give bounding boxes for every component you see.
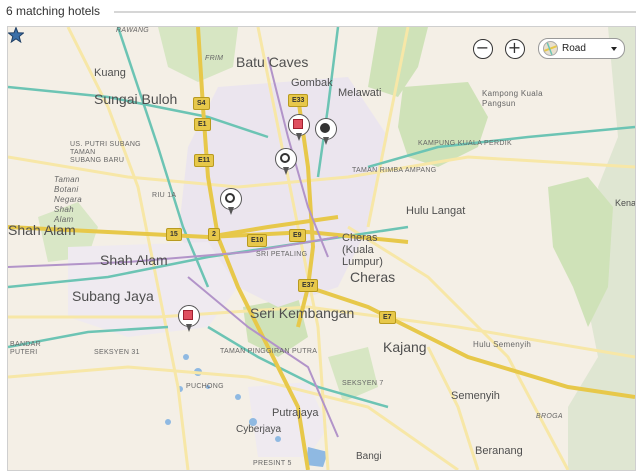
label-batu-caves: Batu Caves <box>236 54 309 70</box>
route-shield: S4 <box>193 97 210 110</box>
label-hulu-langat: Hulu Langat <box>406 205 466 217</box>
route-shield: E1 <box>194 118 211 131</box>
label-presint-5: PRESINT 5 <box>253 460 292 467</box>
label-taman-rimba-ampang: TAMAN RIMBA AMPANG <box>352 167 437 174</box>
route-shield: E33 <box>288 94 309 107</box>
label-us-putri-subang: US. PUTRI SUBANG TAMAN SUBANG BARU <box>70 141 141 164</box>
hotel-pin[interactable] <box>220 188 242 216</box>
label-subang-jaya: Subang Jaya <box>72 288 154 304</box>
hotel-icon <box>183 310 193 320</box>
hotel-icon <box>293 119 303 129</box>
zoom-in-button[interactable]: + <box>505 39 525 59</box>
label-puchong: PUCHONG <box>186 383 224 390</box>
results-count-title: 6 matching hotels <box>6 4 101 18</box>
label-melawati: Melawati <box>338 87 382 99</box>
hotel-pin[interactable] <box>288 114 310 142</box>
label-kuang: Kuang <box>94 67 126 79</box>
label-cheras-kl: Cheras (Kuala Lumpur) <box>342 232 383 268</box>
minus-icon: − <box>475 38 490 57</box>
road-map-icon <box>543 41 558 56</box>
hotel-pin[interactable] <box>315 118 337 146</box>
label-gombak: Gombak <box>291 77 333 89</box>
label-sungai-buloh: Sungai Buloh <box>94 91 178 107</box>
label-seri-kembangan: Seri Kembangan <box>250 305 355 321</box>
route-shield: E10 <box>247 234 268 247</box>
label-kampung-kuala-perdik: KAMPUNG KUALA PERDIK <box>418 140 512 147</box>
label-cyberjaya: Cyberjaya <box>236 424 282 435</box>
hotel-pin[interactable] <box>275 148 297 176</box>
hotel-pin[interactable] <box>178 305 200 333</box>
label-bangi: Bangi <box>356 451 382 462</box>
label-rawang: RAWANG <box>116 27 150 34</box>
map-view[interactable]: Batu Caves Sungai Buloh Shah Alam Shah A… <box>7 26 636 471</box>
results-header: 6 matching hotels <box>0 0 640 26</box>
label-kajang: Kajang <box>383 339 427 355</box>
route-shield: E7 <box>379 311 396 324</box>
label-taman-botani: Taman Botani Negara Shah Alam <box>54 175 83 224</box>
label-seksyen-7: SEKSYEN 7 <box>342 380 384 387</box>
plus-icon: + <box>507 38 522 57</box>
label-kampong-kuala-pangsun: Kampong Kuala Pangsun <box>482 89 543 108</box>
route-shield: 2 <box>208 228 220 241</box>
label-broga: BROGA <box>536 413 563 420</box>
hotel-icon <box>225 193 235 203</box>
label-shah-alam: Shah Alam <box>100 252 168 268</box>
label-riu: RIU 1A <box>152 192 177 199</box>
label-cheras: Cheras <box>350 269 396 285</box>
route-shield: 15 <box>166 228 182 241</box>
map-style-label: Road <box>562 43 586 54</box>
route-shield: E11 <box>194 154 215 167</box>
label-taman-pinggiran-putra: TAMAN PINGGIRAN PUTRA <box>220 348 318 355</box>
route-shield: E9 <box>289 229 306 242</box>
hotel-icon <box>320 123 330 133</box>
label-beranang: Beranang <box>475 445 523 457</box>
map-style-select[interactable]: Road <box>538 38 625 59</box>
header-divider <box>114 11 636 13</box>
label-sri-petaling: SRI PETALING <box>256 251 308 258</box>
label-bandar-puteri: BANDAR PUTERI <box>10 341 41 356</box>
label-seksyen-31: SEKSYEN 31 <box>94 349 140 356</box>
zoom-out-button[interactable]: − <box>473 39 493 59</box>
route-shield: E37 <box>298 279 319 292</box>
location-star-icon[interactable] <box>8 27 24 43</box>
hotel-icon <box>280 153 290 163</box>
chevron-down-icon <box>611 47 617 51</box>
label-putrajaya: Putrajaya <box>272 407 319 419</box>
label-semenyih: Semenyih <box>451 390 500 402</box>
label-frim: FRIM <box>205 55 224 62</box>
label-kena: Kena <box>615 198 636 208</box>
label-hulu-semenyih: Hulu Semenyih <box>473 340 532 349</box>
